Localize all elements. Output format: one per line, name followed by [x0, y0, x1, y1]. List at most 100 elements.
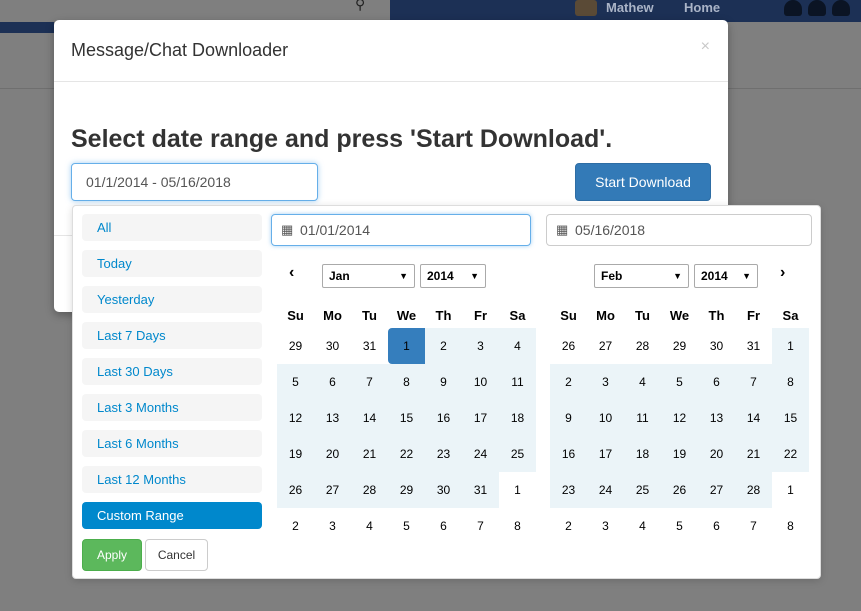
range-item[interactable]: Last 3 Months: [82, 394, 262, 421]
calendar-day[interactable]: 30: [425, 472, 462, 508]
calendar-day[interactable]: 20: [698, 436, 735, 472]
calendar-day[interactable]: 15: [772, 400, 809, 436]
calendar-day[interactable]: 13: [698, 400, 735, 436]
calendar-day[interactable]: 14: [735, 400, 772, 436]
calendar-day[interactable]: 4: [624, 364, 661, 400]
calendar-day[interactable]: 12: [277, 400, 314, 436]
calendar-day[interactable]: 30: [698, 328, 735, 364]
range-item[interactable]: Last 7 Days: [82, 322, 262, 349]
date-range-input[interactable]: [71, 163, 318, 201]
calendar-day[interactable]: 29: [388, 472, 425, 508]
calendar-day[interactable]: 5: [388, 508, 425, 544]
calendar-day[interactable]: 4: [624, 508, 661, 544]
calendar-day[interactable]: 9: [425, 364, 462, 400]
calendar-day[interactable]: 21: [735, 436, 772, 472]
calendar-day[interactable]: 3: [314, 508, 351, 544]
calendar-day[interactable]: 5: [661, 508, 698, 544]
calendar-day[interactable]: 6: [425, 508, 462, 544]
end-date-input[interactable]: ▦ 05/16/2018: [546, 214, 812, 246]
calendar-day[interactable]: 23: [425, 436, 462, 472]
calendar-day[interactable]: 8: [772, 364, 809, 400]
calendar-day[interactable]: 16: [550, 436, 587, 472]
calendar-day[interactable]: 31: [735, 328, 772, 364]
calendar-day[interactable]: 8: [499, 508, 536, 544]
calendar-day[interactable]: 5: [661, 364, 698, 400]
calendar-day[interactable]: 22: [388, 436, 425, 472]
calendar-day[interactable]: 24: [587, 472, 624, 508]
calendar-day[interactable]: 1: [772, 328, 809, 364]
start-date-input[interactable]: ▦ 01/01/2014: [271, 214, 531, 246]
calendar-day[interactable]: 8: [388, 364, 425, 400]
range-item[interactable]: Last 30 Days: [82, 358, 262, 385]
calendar-day[interactable]: 16: [425, 400, 462, 436]
calendar-day[interactable]: 20: [314, 436, 351, 472]
calendar-day[interactable]: 7: [462, 508, 499, 544]
calendar-day[interactable]: 7: [351, 364, 388, 400]
range-item[interactable]: All: [82, 214, 262, 241]
calendar-day[interactable]: 26: [277, 472, 314, 508]
calendar-day[interactable]: 22: [772, 436, 809, 472]
calendar-day[interactable]: 29: [661, 328, 698, 364]
calendar-day[interactable]: 1: [388, 328, 425, 364]
calendar-day[interactable]: 30: [314, 328, 351, 364]
calendar-day[interactable]: 28: [735, 472, 772, 508]
calendar-day[interactable]: 2: [425, 328, 462, 364]
calendar-day[interactable]: 14: [351, 400, 388, 436]
calendar-day[interactable]: 18: [499, 400, 536, 436]
calendar-day[interactable]: 4: [499, 328, 536, 364]
calendar-day[interactable]: 25: [624, 472, 661, 508]
calendar-day[interactable]: 10: [587, 400, 624, 436]
calendar-day[interactable]: 21: [351, 436, 388, 472]
month-select-right[interactable]: Feb ▼: [594, 264, 689, 288]
calendar-day[interactable]: 31: [462, 472, 499, 508]
calendar-day[interactable]: 3: [587, 364, 624, 400]
calendar-day[interactable]: 10: [462, 364, 499, 400]
calendar-day[interactable]: 13: [314, 400, 351, 436]
calendar-day[interactable]: 1: [772, 472, 809, 508]
calendar-day[interactable]: 2: [277, 508, 314, 544]
calendar-day[interactable]: 5: [277, 364, 314, 400]
year-select-left[interactable]: 2014 ▼: [420, 264, 486, 288]
calendar-day[interactable]: 27: [698, 472, 735, 508]
calendar-day[interactable]: 29: [277, 328, 314, 364]
calendar-day[interactable]: 27: [587, 328, 624, 364]
year-select-right[interactable]: 2014 ▼: [694, 264, 758, 288]
start-download-button[interactable]: Start Download: [575, 163, 711, 201]
calendar-day[interactable]: 6: [698, 364, 735, 400]
calendar-day[interactable]: 11: [624, 400, 661, 436]
calendar-day[interactable]: 8: [772, 508, 809, 544]
calendar-day[interactable]: 19: [661, 436, 698, 472]
calendar-day[interactable]: 6: [698, 508, 735, 544]
calendar-day[interactable]: 9: [550, 400, 587, 436]
month-select-left[interactable]: Jan ▼: [322, 264, 415, 288]
range-item[interactable]: Custom Range: [82, 502, 262, 529]
close-icon[interactable]: ×: [701, 38, 710, 56]
calendar-day[interactable]: 26: [550, 328, 587, 364]
calendar-day[interactable]: 31: [351, 328, 388, 364]
calendar-day[interactable]: 28: [351, 472, 388, 508]
calendar-day[interactable]: 1: [499, 472, 536, 508]
calendar-day[interactable]: 17: [587, 436, 624, 472]
range-item[interactable]: Last 6 Months: [82, 430, 262, 457]
calendar-day[interactable]: 25: [499, 436, 536, 472]
calendar-day[interactable]: 11: [499, 364, 536, 400]
range-item[interactable]: Yesterday: [82, 286, 262, 313]
calendar-day[interactable]: 15: [388, 400, 425, 436]
range-item[interactable]: Today: [82, 250, 262, 277]
calendar-day[interactable]: 7: [735, 364, 772, 400]
next-month-icon[interactable]: ›: [780, 264, 785, 282]
range-item[interactable]: Last 12 Months: [82, 466, 262, 493]
calendar-day[interactable]: 4: [351, 508, 388, 544]
calendar-day[interactable]: 23: [550, 472, 587, 508]
calendar-day[interactable]: 27: [314, 472, 351, 508]
calendar-day[interactable]: 24: [462, 436, 499, 472]
calendar-day[interactable]: 26: [661, 472, 698, 508]
calendar-day[interactable]: 7: [735, 508, 772, 544]
calendar-day[interactable]: 2: [550, 508, 587, 544]
cancel-button[interactable]: Cancel: [145, 539, 208, 571]
calendar-day[interactable]: 19: [277, 436, 314, 472]
calendar-day[interactable]: 2: [550, 364, 587, 400]
prev-month-icon[interactable]: ‹: [289, 264, 294, 282]
calendar-day[interactable]: 28: [624, 328, 661, 364]
calendar-day[interactable]: 6: [314, 364, 351, 400]
